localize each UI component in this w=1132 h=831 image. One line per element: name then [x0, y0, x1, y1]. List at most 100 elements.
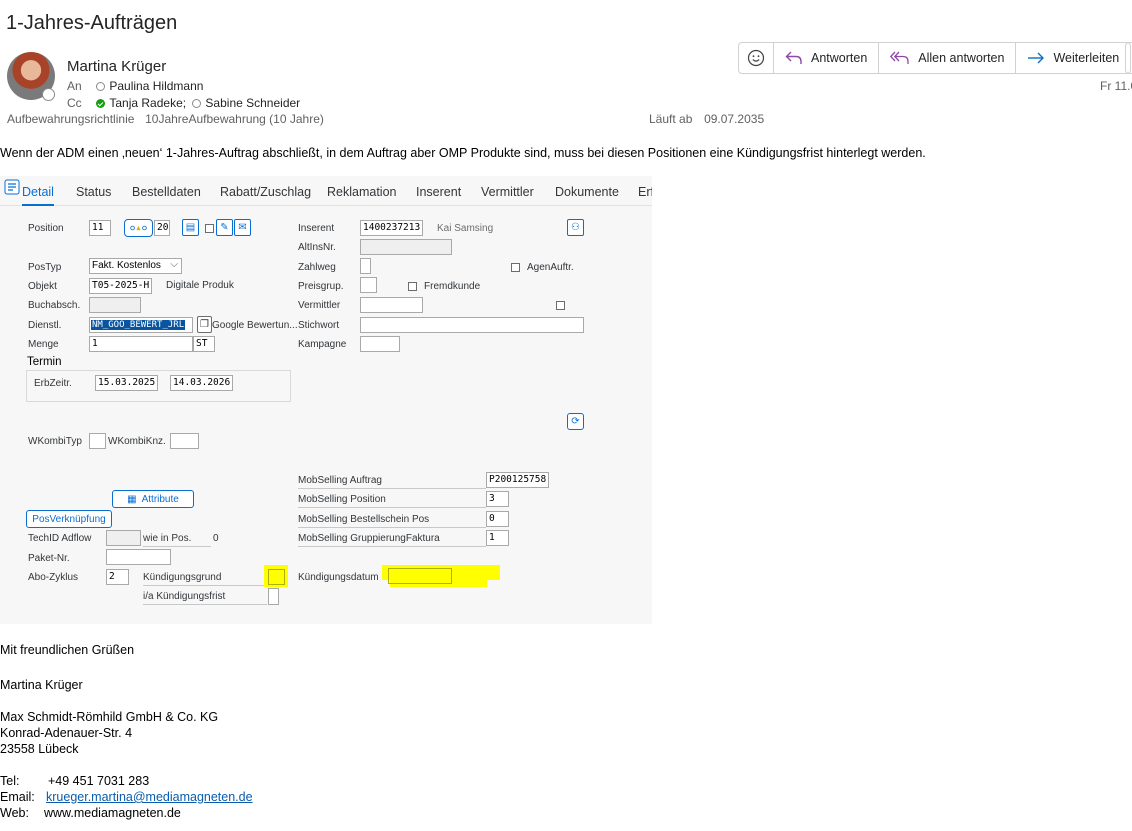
- dienstl-field[interactable]: NM_GOO_BEWERT_JRL: [89, 317, 193, 333]
- message-actions: Antworten Allen antworten Weiterleiten: [738, 42, 1132, 74]
- stichwort-label: Stichwort: [298, 320, 340, 331]
- position-field[interactable]: 11: [89, 220, 111, 236]
- mob-position-field[interactable]: 3: [486, 491, 509, 507]
- stichwort-field[interactable]: [360, 317, 584, 333]
- position-nav-button[interactable]: [124, 219, 153, 237]
- retention-policy: Aufbewahrungsrichtlinie 10JahreAufbewahr…: [7, 112, 324, 126]
- wkombiknz-label: WKombiKnz.: [108, 436, 166, 447]
- reply-all-button[interactable]: Allen antworten: [878, 43, 1015, 73]
- email-link[interactable]: krueger.martina@mediamagneten.de: [46, 790, 253, 804]
- tab-inserent[interactable]: Inserent: [416, 185, 461, 199]
- techid-label: TechID Adflow: [28, 533, 92, 544]
- kuendigungsgrund-field[interactable]: [268, 569, 285, 585]
- erbzeitr-from-field[interactable]: 15.03.2025: [95, 375, 158, 391]
- edit-note-icon[interactable]: ✎: [216, 219, 233, 236]
- expires-value: 09.07.2035: [704, 112, 765, 126]
- menge-unit-field[interactable]: ST: [193, 336, 215, 352]
- tab-bestelldaten[interactable]: Bestelldaten: [132, 185, 201, 199]
- emoji-reaction-button[interactable]: [739, 43, 773, 73]
- presence-unknown-icon: [96, 82, 106, 91]
- ia-kuendigungsfrist-underline: [143, 604, 267, 605]
- email-label: Email:: [0, 790, 35, 804]
- tab-rabatt-zuschlag[interactable]: Rabatt/Zuschlag: [220, 185, 311, 199]
- abo-zyklus-field[interactable]: 2: [106, 569, 129, 585]
- web-label: Web:: [0, 806, 29, 820]
- ia-kuendigungsfrist-label: i/a Kündigungsfrist: [143, 591, 226, 602]
- cc-recipient-2[interactable]: Sabine Schneider: [205, 96, 300, 110]
- kuendigungsdatum-field[interactable]: [388, 568, 452, 584]
- inserent-label: Inserent: [298, 223, 335, 234]
- posverknuepfung-button-label: PosVerknüpfung: [32, 513, 106, 525]
- to-recipient[interactable]: Paulina Hildmann: [109, 79, 203, 93]
- altinsnr-field: [360, 239, 452, 255]
- mob-gruppierung-field[interactable]: 1: [486, 530, 509, 546]
- menge-label: Menge: [28, 339, 59, 350]
- reply-all-label: Allen antworten: [918, 51, 1005, 65]
- paket-field[interactable]: [106, 549, 171, 565]
- termin-heading: Termin: [27, 356, 62, 368]
- tab-dokumente[interactable]: Dokumente: [555, 185, 619, 199]
- sap-tab-bar: Detail Status Bestelldaten Rabatt/Zuschl…: [0, 176, 652, 206]
- objekt-field[interactable]: T05-2025-H: [89, 278, 152, 294]
- tab-detail[interactable]: Detail: [22, 185, 54, 206]
- postyp-value: Fakt. Kostenlos: [92, 260, 161, 271]
- to-row: An Paulina Hildmann: [67, 79, 203, 93]
- more-actions-button[interactable]: [1125, 42, 1132, 74]
- tab-status[interactable]: Status: [76, 185, 111, 199]
- preisgrup-field[interactable]: [360, 277, 377, 293]
- erbzeitr-to-field[interactable]: 14.03.2026: [170, 375, 233, 391]
- agenauftr-checkbox[interactable]: [511, 263, 520, 272]
- kuendigungsgrund-label: Kündigungsgrund: [143, 572, 222, 583]
- agenauftr-label: AgenAuftr.: [527, 262, 574, 273]
- retention-value: 10JahreAufbewahrung (10 Jahre): [145, 112, 324, 126]
- sap-screenshot: Detail Status Bestelldaten Rabatt/Zuschl…: [0, 176, 652, 624]
- postyp-dropdown[interactable]: Fakt. Kostenlos ⌵: [89, 258, 182, 274]
- fremdkunde-label: Fremdkunde: [424, 281, 481, 292]
- refresh-icon[interactable]: ⟳: [567, 413, 584, 430]
- overview-icon[interactable]: [4, 179, 20, 195]
- signature-street: Konrad-Adenauer-Str. 4: [0, 726, 133, 740]
- zahlweg-field[interactable]: [360, 258, 371, 274]
- customer-lookup-icon[interactable]: ⚇: [567, 219, 584, 236]
- expires-label: Läuft ab: [649, 112, 693, 126]
- forward-button[interactable]: Weiterleiten: [1015, 43, 1130, 73]
- tab-reklamation[interactable]: Reklamation: [327, 185, 396, 199]
- position-label: Position: [28, 223, 64, 234]
- greeting: Mit freundlichen Grüßen: [0, 643, 135, 657]
- sender-name[interactable]: Martina Krüger: [67, 58, 166, 75]
- wkombiknz-field[interactable]: [170, 433, 199, 449]
- wkombityp-field[interactable]: [89, 433, 106, 449]
- signature-city: 23558 Lübeck: [0, 742, 79, 756]
- mob-bestellschein-field[interactable]: 0: [486, 511, 509, 527]
- forward-label: Weiterleiten: [1053, 51, 1120, 65]
- wkombityp-label: WKombiTyp: [28, 436, 82, 447]
- chevron-down-icon: ⌵: [170, 259, 178, 270]
- reply-button[interactable]: Antworten: [773, 43, 878, 73]
- document-icon[interactable]: ▤: [182, 219, 199, 236]
- fremdkunde-checkbox[interactable]: [408, 282, 417, 291]
- vermittler-checkbox[interactable]: [556, 301, 565, 310]
- wie-in-pos-label: wie in Pos.: [143, 533, 192, 544]
- menge-field[interactable]: 1: [89, 336, 193, 352]
- cc-recipient-1[interactable]: Tanja Radeke;: [109, 96, 186, 110]
- tel-number: +49 451 7031 283: [48, 774, 150, 788]
- expiry-info: Läuft ab 09.07.2035: [649, 112, 764, 126]
- ia-kuendigungsfrist-checkbox[interactable]: [268, 588, 279, 605]
- mail-icon[interactable]: ✉: [234, 219, 251, 236]
- position-count-field: 20: [154, 220, 170, 236]
- web-address[interactable]: www.mediamagneten.de: [44, 806, 181, 820]
- attribute-button[interactable]: ▦ Attribute: [112, 490, 194, 508]
- copy-icon[interactable]: ❐: [197, 316, 212, 333]
- techid-field: [106, 530, 141, 546]
- tab-vermittler[interactable]: Vermittler: [481, 185, 534, 199]
- paket-label: Paket-Nr.: [28, 553, 70, 564]
- signature-web-row: Web: www.mediamagneten.de: [0, 806, 181, 820]
- kampagne-field[interactable]: [360, 336, 400, 352]
- tab-erf[interactable]: Erf: [638, 185, 652, 199]
- position-checkbox[interactable]: [205, 224, 214, 233]
- mob-auftrag-field[interactable]: P200125758: [486, 472, 549, 488]
- vermittler-field[interactable]: [360, 297, 423, 313]
- posverknuepfung-button[interactable]: PosVerknüpfung: [26, 510, 112, 528]
- kampagne-label: Kampagne: [298, 339, 347, 350]
- inserent-field[interactable]: 1400237213: [360, 220, 423, 236]
